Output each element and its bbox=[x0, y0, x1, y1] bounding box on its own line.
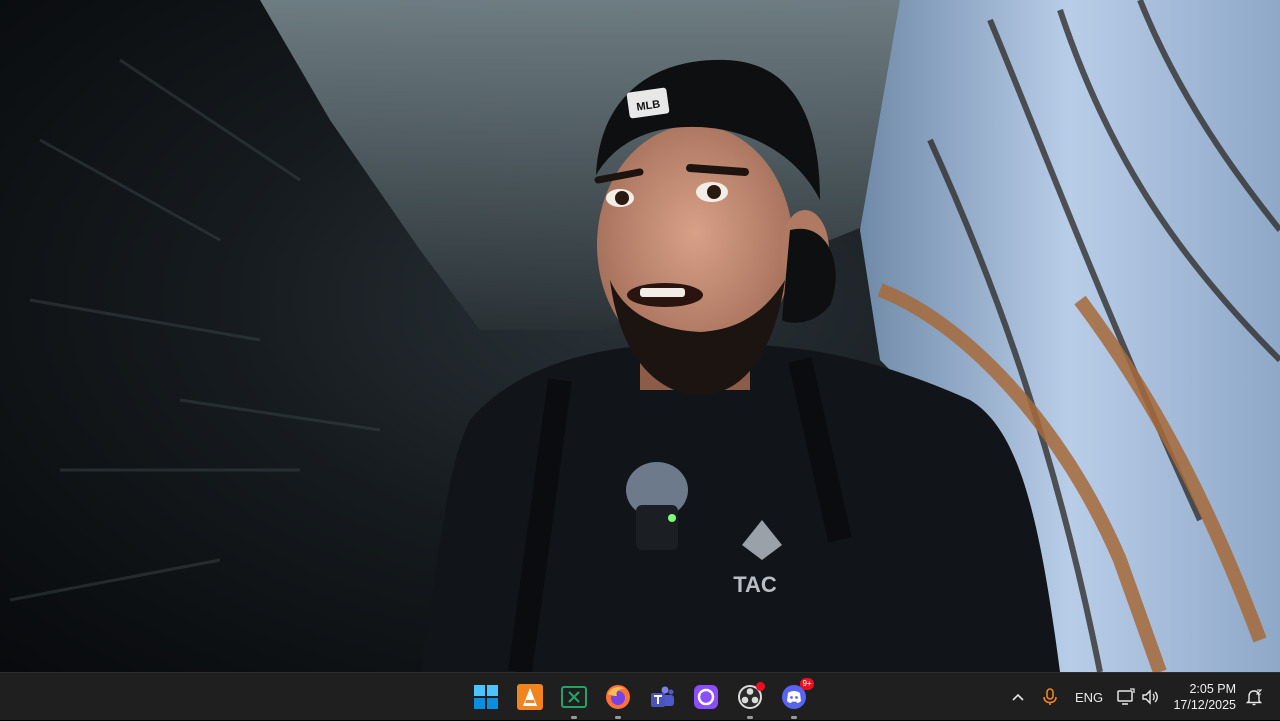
running-indicator bbox=[747, 716, 753, 719]
video-frame: MLB TAC bbox=[0, 0, 1280, 672]
network-icon bbox=[1117, 688, 1135, 705]
notification-center-button[interactable] bbox=[1244, 673, 1264, 721]
start-button[interactable] bbox=[470, 681, 502, 713]
clock-date: 17/12/2025 bbox=[1173, 698, 1236, 712]
running-indicator bbox=[791, 716, 797, 719]
language-indicator: ENG bbox=[1075, 689, 1104, 705]
running-indicator bbox=[615, 716, 621, 719]
chevron-up-icon bbox=[1012, 693, 1024, 701]
purple-circle-icon bbox=[694, 685, 718, 709]
teams-icon bbox=[651, 686, 674, 707]
taskbar-app-circle[interactable] bbox=[690, 681, 722, 713]
shirt-logo-text: TAC bbox=[733, 572, 777, 597]
windows-logo-icon bbox=[474, 685, 498, 709]
clock-time: 2:05 PM bbox=[1189, 682, 1236, 696]
firefox-icon bbox=[606, 685, 630, 709]
taskbar-app-teams[interactable] bbox=[646, 681, 678, 713]
tray-language[interactable]: ENG bbox=[1075, 673, 1103, 721]
tray-overflow-button[interactable] bbox=[1008, 673, 1028, 721]
taskbar-app-vlc[interactable] bbox=[514, 681, 546, 713]
speaker-icon bbox=[1142, 689, 1158, 705]
notification-bell-icon bbox=[1245, 689, 1263, 706]
microphone-icon bbox=[1043, 688, 1057, 705]
taskbar-app-discord[interactable]: 9+ bbox=[778, 678, 814, 719]
discord-badge: 9+ bbox=[800, 678, 814, 690]
excel-icon bbox=[561, 686, 587, 708]
running-indicator bbox=[571, 716, 577, 719]
taskbar: 9+ ENG 2:05 PM 17/12/2025 bbox=[0, 672, 1280, 720]
vlc-cone-icon bbox=[517, 684, 543, 710]
notification-dot bbox=[756, 682, 765, 691]
tray-network[interactable] bbox=[1116, 673, 1136, 721]
taskbar-app-firefox[interactable] bbox=[602, 681, 634, 719]
tray-volume[interactable] bbox=[1140, 673, 1160, 721]
clock[interactable]: 2:05 PM 17/12/2025 bbox=[1173, 681, 1236, 713]
tray-microphone[interactable] bbox=[1040, 673, 1060, 721]
taskbar-app-excel[interactable] bbox=[558, 681, 590, 719]
taskbar-app-obs[interactable] bbox=[734, 681, 766, 719]
camera-scene: MLB TAC bbox=[9, 0, 1280, 672]
